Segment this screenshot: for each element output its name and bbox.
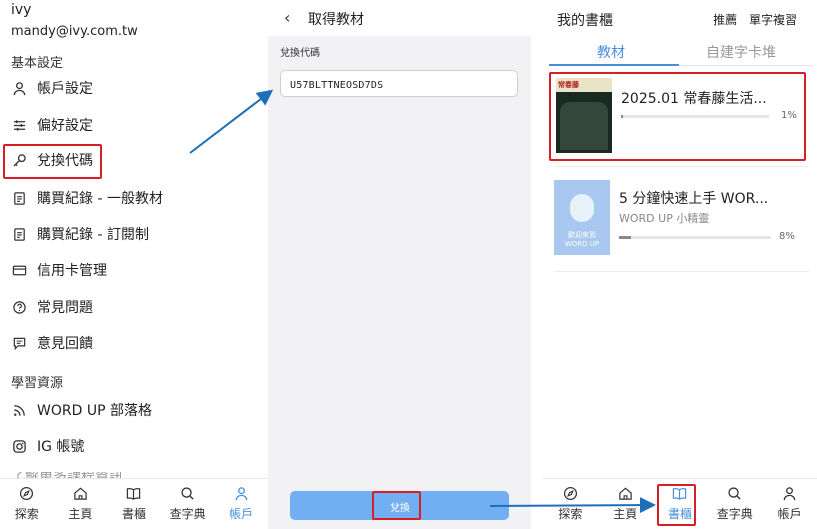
tab-account[interactable]: 帳戶: [214, 479, 268, 529]
menu-item-label: 帳戶設定: [37, 81, 93, 97]
redeem-panel: ‹ 取得教材 兌換代碼 U57BLTTNEOSD7DS 兌換: [268, 0, 531, 529]
tab-bookshelf[interactable]: 書櫃: [107, 479, 161, 529]
progress-bar: [619, 236, 771, 239]
search-icon: [181, 487, 194, 500]
instagram-icon: [11, 438, 27, 454]
menu-item-label: IG 帳號: [37, 439, 85, 455]
tab-label: 主頁: [68, 507, 93, 521]
tab-label: 主頁: [613, 507, 638, 521]
menu-item-label: WORD UP 部落格: [37, 403, 152, 419]
menu-item-blog[interactable]: WORD UP 部落格: [11, 396, 152, 424]
person-icon: [11, 80, 27, 96]
tab-label: 探索: [14, 507, 39, 521]
tab-explore[interactable]: 探索: [0, 479, 54, 529]
person-icon: [783, 487, 796, 501]
cover-text: WORD UP: [564, 240, 600, 248]
back-button[interactable]: ‹: [284, 8, 290, 27]
book-author: WORD UP 小精靈: [619, 212, 710, 225]
tab-materials[interactable]: 教材: [597, 42, 625, 62]
cover-text: 歡迎來到: [568, 231, 596, 239]
compass-icon: [20, 486, 34, 501]
highlight-tab-bookshelf: [657, 484, 696, 526]
header-links: 推薦 單字複習: [705, 11, 797, 28]
menu-item-instagram[interactable]: IG 帳號: [11, 432, 84, 460]
book-title[interactable]: 5 分鐘快速上手 WOR...: [619, 188, 768, 208]
menu-item-label: 信用卡管理: [37, 263, 107, 279]
menu-item-label: 常見問題: [37, 300, 93, 316]
tab-label: 探索: [558, 507, 583, 521]
bottom-tab-bar: 探索 主頁 書櫃 查字典 帳戶: [0, 478, 268, 529]
sliders-icon: [11, 117, 27, 133]
tab-dictionary[interactable]: 查字典: [707, 479, 762, 529]
document-icon: [11, 226, 27, 242]
rss-icon: [11, 402, 27, 418]
tab-label: 帳戶: [777, 507, 802, 521]
tab-account[interactable]: 帳戶: [762, 479, 817, 529]
highlight-redeem-code: [3, 144, 102, 179]
vocab-review-link[interactable]: 單字複習: [749, 13, 797, 27]
user-name: ivy: [11, 2, 32, 18]
menu-item-credit-card[interactable]: 信用卡管理: [11, 256, 107, 284]
search-icon: [728, 487, 741, 500]
person-icon: [235, 487, 247, 501]
tab-explore[interactable]: 探索: [543, 479, 598, 529]
progress-fill: [619, 236, 631, 239]
highlight-book-ivy-magazine: [549, 72, 806, 161]
menu-item-account-settings[interactable]: 帳戶設定: [11, 74, 93, 102]
tab-dictionary[interactable]: 查字典: [161, 479, 215, 529]
account-panel: ivy mandy@ivy.com.tw 基本設定 帳戶設定 偏好設定 兌換代碼…: [0, 0, 268, 529]
menu-item-faq[interactable]: 常見問題: [11, 293, 93, 321]
progress-percent: 8%: [779, 231, 795, 242]
redeem-header: ‹ 取得教材: [268, 0, 531, 36]
section-learning-resources: 學習資源: [11, 376, 64, 391]
book-icon: [127, 488, 141, 500]
tab-label: 帳戶: [229, 507, 254, 521]
home-icon: [74, 487, 87, 500]
menu-item-purchase-general[interactable]: 購買紀錄 - 一般教材: [11, 184, 163, 212]
message-icon: [11, 335, 27, 351]
user-email: mandy@ivy.com.tw: [11, 24, 138, 39]
highlight-redeem-submit: [372, 491, 421, 520]
menu-item-feedback[interactable]: 意見回饋: [11, 329, 93, 357]
tab-custom-flashcards[interactable]: 自建字卡堆: [706, 42, 776, 62]
list-divider: [555, 271, 809, 272]
recommend-link[interactable]: 推薦: [713, 13, 737, 27]
tab-active-indicator: [549, 64, 679, 66]
tab-label: 查字典: [169, 507, 206, 521]
menu-item-label: 購買紀錄 - 一般教材: [37, 191, 163, 207]
document-icon: [11, 190, 27, 206]
section-basic-settings: 基本設定: [11, 56, 64, 71]
tab-label: 書櫃: [121, 507, 146, 521]
bookshelf-panel: 我的書櫃 推薦 單字複習 教材 自建字卡堆 常春藤 2025.01 常春藤生活.…: [543, 0, 817, 529]
page-title: 我的書櫃: [557, 13, 613, 29]
book-cover-wordup-intro[interactable]: 歡迎來到 WORD UP: [554, 180, 610, 255]
compass-icon: [563, 486, 577, 501]
menu-item-label: 意見回饋: [37, 336, 93, 352]
tab-home[interactable]: 主頁: [598, 479, 653, 529]
menu-item-label: 偏好設定: [37, 118, 93, 134]
credit-card-icon: [11, 262, 27, 278]
menu-item-preferences[interactable]: 偏好設定: [11, 111, 93, 139]
tab-label: 查字典: [716, 507, 753, 521]
question-circle-icon: [11, 299, 27, 315]
home-icon: [618, 487, 632, 500]
list-divider: [555, 166, 809, 167]
redeem-code-label: 兌換代碼: [280, 48, 320, 59]
menu-item-purchase-subscription[interactable]: 購買紀錄 - 訂閱制: [11, 220, 149, 248]
redeem-code-value: U57BLTTNEOSD7DS: [290, 80, 384, 91]
tab-home[interactable]: 主頁: [54, 479, 108, 529]
page-title: 取得教材: [308, 12, 364, 28]
menu-item-label: 購買紀錄 - 訂閱制: [37, 227, 149, 243]
